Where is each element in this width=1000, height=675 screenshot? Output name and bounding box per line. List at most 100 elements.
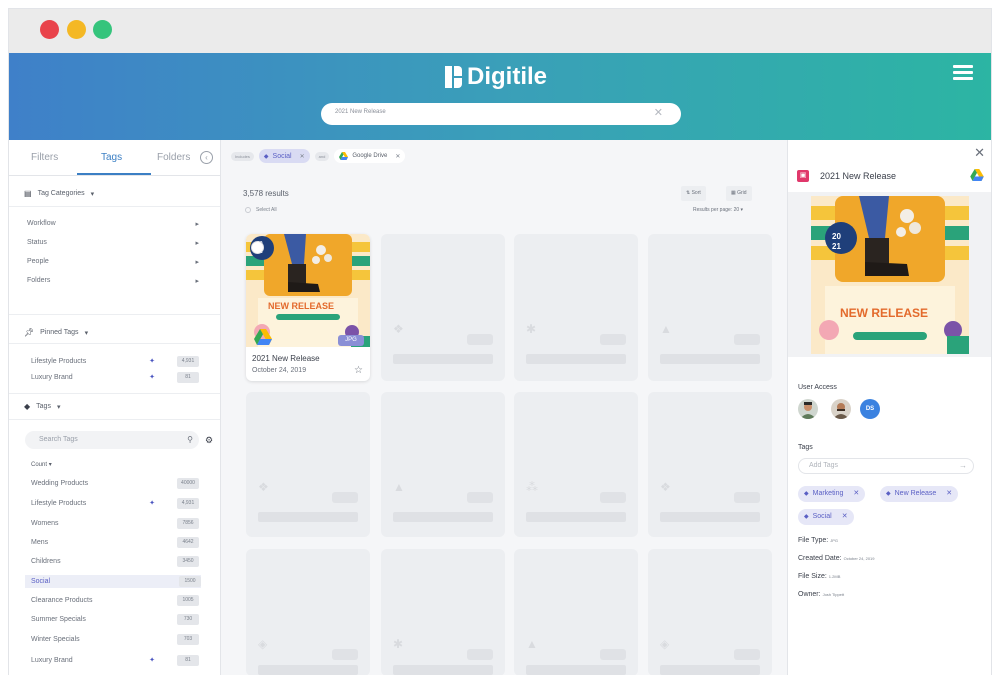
asset-card-placeholder[interactable]: ◈	[246, 549, 370, 675]
divider	[9, 343, 220, 344]
tag-count-badge: 1500	[179, 576, 201, 587]
preview-headline: NEW RELEASE	[840, 306, 929, 320]
results-per-page-dropdown[interactable]: Results per page: 20 ▾	[693, 207, 743, 213]
user-avatar-icon	[833, 403, 849, 419]
tag-item[interactable]: Lifestyle Products ✦ 4,931	[31, 497, 199, 510]
pinned-tag-item[interactable]: Lifestyle Products ✦ 4,931	[31, 355, 199, 368]
filter-chip-social[interactable]: ◆ Social ✕	[258, 149, 310, 163]
pinned-tags-header[interactable]: 📌︎ Pinned Tags ▾	[24, 328, 88, 337]
category-people[interactable]: People ▸	[27, 258, 199, 266]
asset-card-placeholder[interactable]: ▲	[648, 234, 772, 381]
grid-icon: ▦	[731, 190, 736, 196]
tag-item[interactable]: Summer Specials 730	[31, 613, 199, 626]
asset-card[interactable]: 20 21 NEW RELEASE JPG 2021 New Release O…	[246, 234, 370, 381]
category-label: Workflow	[27, 220, 56, 227]
category-folders[interactable]: Folders ▸	[27, 277, 199, 285]
remove-tag-icon[interactable]: ✕	[842, 509, 848, 525]
thumb-headline: NEW RELEASE	[268, 301, 335, 311]
asset-card-placeholder[interactable]: ▲	[381, 392, 505, 537]
avatar[interactable]: DS	[860, 399, 880, 419]
panel-tag-marketing[interactable]: ◆ Marketing ✕	[798, 486, 866, 502]
select-all-checkbox[interactable]: Select All	[245, 207, 277, 213]
results-count: 3,578 results	[243, 189, 289, 198]
hamburger-menu-icon[interactable]	[953, 65, 973, 81]
close-window-button[interactable]	[40, 20, 59, 39]
sort-button-label: Sort	[691, 190, 701, 196]
tag-item[interactable]: Winter Specials 703	[31, 633, 199, 646]
clear-search-icon[interactable]: ✕	[654, 106, 663, 120]
panel-tag-social[interactable]: ◆ Social ✕	[798, 509, 854, 525]
asset-card-placeholder[interactable]: ⁂	[514, 392, 638, 537]
add-tags-input[interactable]: Add Tags →	[798, 458, 974, 474]
search-tags-input[interactable]: Search Tags ⚲	[25, 431, 199, 449]
logo-text: Digitile	[467, 63, 548, 90]
maximize-window-button[interactable]	[93, 20, 112, 39]
category-label: Status	[27, 239, 47, 246]
remove-filter-icon[interactable]: ✕	[300, 153, 305, 160]
tag-label: Social	[812, 513, 832, 520]
chevron-down-icon: ▾	[90, 190, 95, 198]
asset-card-placeholder[interactable]: ◈	[648, 549, 772, 675]
asset-card-placeholder[interactable]: ❖	[381, 234, 505, 381]
tag-label: Summer Specials	[31, 616, 86, 623]
filter-chip-google-drive[interactable]: Google Drive ✕	[334, 149, 406, 163]
tags-header[interactable]: ◆ Tags ▾	[24, 402, 60, 411]
avatar[interactable]	[798, 399, 818, 419]
logo[interactable]: Digitile	[445, 63, 547, 91]
gear-icon[interactable]: ⚙	[205, 435, 213, 445]
tag-item[interactable]: Clearance Products 1005	[31, 594, 199, 607]
filter-chip-label: Google Drive	[352, 153, 388, 159]
arrow-right-icon[interactable]: →	[959, 459, 967, 473]
remove-tag-icon[interactable]: ✕	[853, 486, 859, 502]
tab-folders[interactable]: Folders	[157, 152, 190, 163]
tag-item[interactable]: Luxury Brand ✦ 81	[31, 654, 199, 667]
global-search-input[interactable]: 2021 New Release ✕	[321, 103, 681, 125]
file-size-label: File Size:	[798, 573, 827, 580]
asset-card-placeholder[interactable]: ❖	[648, 392, 772, 537]
asset-select-checkbox[interactable]	[251, 241, 264, 254]
remove-tag-icon[interactable]: ✕	[946, 486, 952, 502]
pinned-tag-item[interactable]: Luxury Brand ✦ 81	[31, 371, 199, 384]
remove-filter-icon[interactable]: ✕	[395, 153, 400, 160]
pin-icon[interactable]: ✦	[149, 654, 155, 667]
asset-preview[interactable]: 20 21 NEW RELEASE	[788, 192, 991, 357]
asset-card-placeholder[interactable]: ✱	[381, 549, 505, 675]
tag-item-selected[interactable]: Social 1500	[25, 575, 201, 588]
collapse-sidebar-icon[interactable]: ‹	[200, 151, 213, 164]
sort-count-dropdown[interactable]: Count ▾	[31, 461, 52, 468]
tab-tags[interactable]: Tags	[101, 152, 122, 163]
chevron-right-icon: ▸	[195, 259, 199, 266]
chevron-right-icon: ▸	[195, 221, 199, 228]
google-drive-icon: ▲	[526, 637, 538, 651]
slack-icon: ✱	[393, 637, 404, 651]
grid-view-button[interactable]: ▦ Grid	[726, 186, 752, 201]
asset-card-placeholder[interactable]: ❖	[246, 392, 370, 537]
search-icon[interactable]: ⚲	[187, 431, 193, 449]
placeholder-bar	[660, 665, 760, 675]
avatar[interactable]	[831, 399, 851, 419]
tag-item[interactable]: Childrens 3450	[31, 555, 199, 568]
tag-item[interactable]: Womens 7856	[31, 517, 199, 530]
asset-card-placeholder[interactable]: ▲	[514, 549, 638, 675]
created-date-value: October 24, 2019	[843, 556, 875, 561]
global-search-value: 2021 New Release	[335, 109, 386, 115]
minimize-window-button[interactable]	[67, 20, 86, 39]
pin-icon[interactable]: ✦	[149, 355, 155, 368]
preview-year-bottom: 21	[832, 242, 841, 251]
sort-button[interactable]: ⇅ Sort	[681, 186, 706, 201]
asset-title: 2021 New Release	[252, 354, 320, 363]
sort-icon: ⇅	[686, 190, 691, 196]
tab-filters[interactable]: Filters	[31, 152, 58, 163]
pin-icon[interactable]: ✦	[149, 497, 155, 510]
pin-icon[interactable]: ✦	[149, 371, 155, 384]
tag-item[interactable]: Wedding Products 40000	[31, 477, 199, 490]
asset-card-placeholder[interactable]: ✱	[514, 234, 638, 381]
category-workflow[interactable]: Workflow ▸	[27, 220, 199, 228]
close-icon[interactable]: ✕	[974, 146, 985, 159]
panel-tag-new-release[interactable]: ◆ New Release ✕	[880, 486, 959, 502]
tag-item[interactable]: Mens 4642	[31, 536, 199, 549]
tag-label: Lifestyle Products	[31, 500, 87, 507]
tag-categories-header[interactable]: ▤ Tag Categories ▾	[24, 189, 94, 198]
star-icon[interactable]: ☆	[354, 365, 363, 376]
category-status[interactable]: Status ▸	[27, 239, 199, 247]
